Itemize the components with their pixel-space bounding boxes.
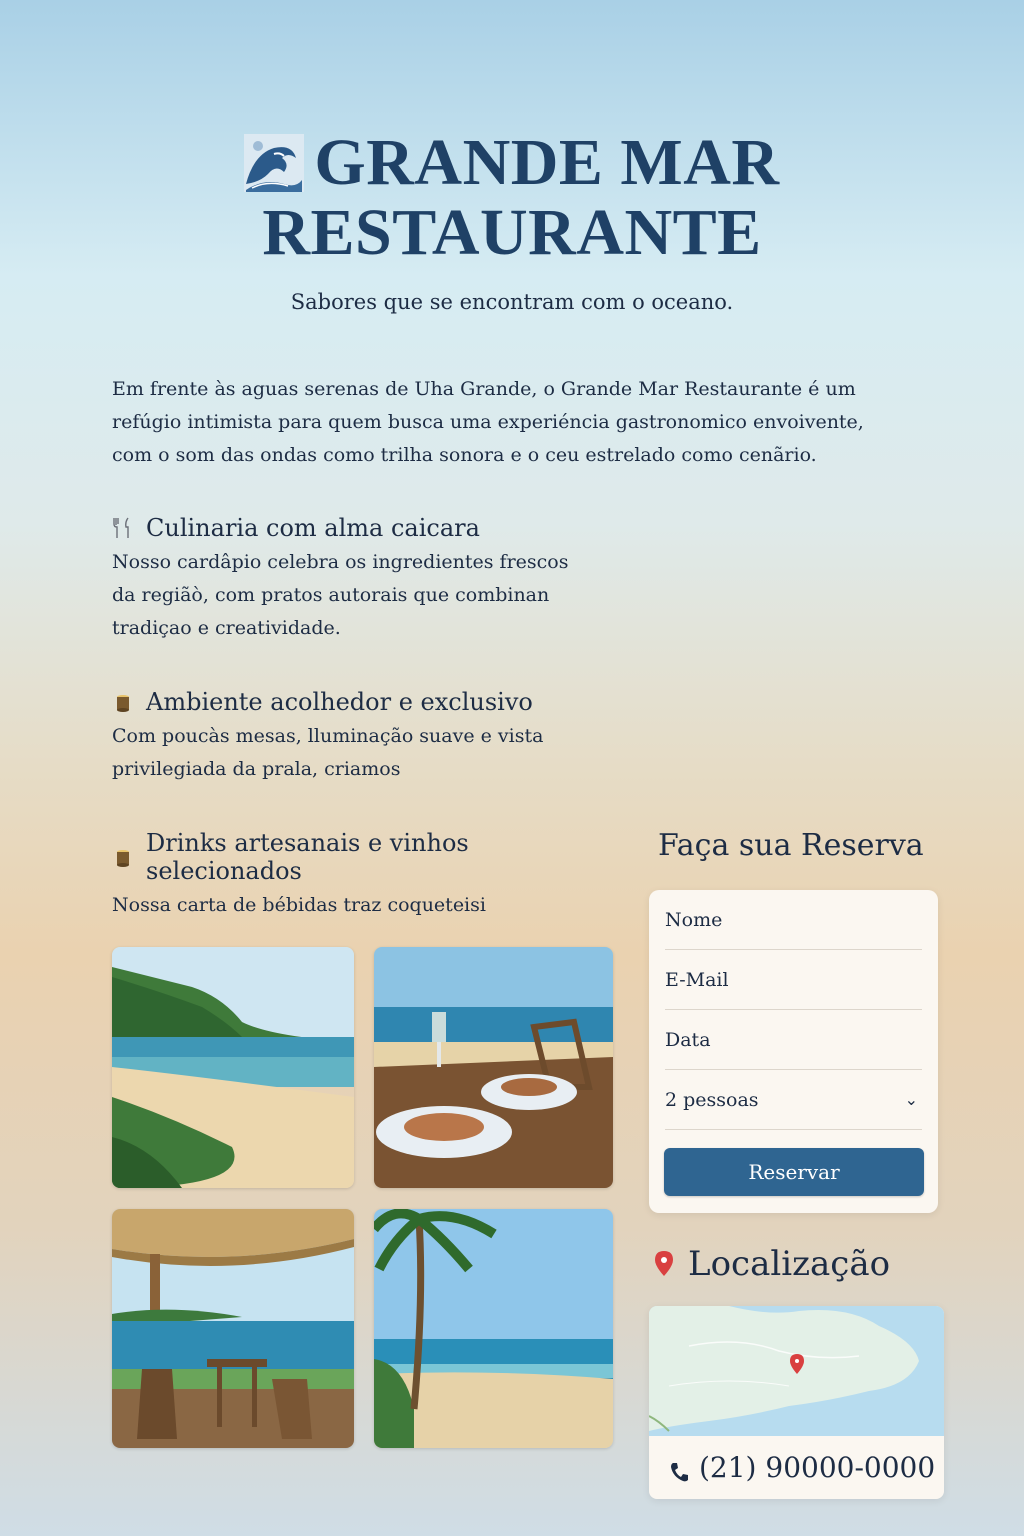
candle-icon [112,845,134,869]
title-line-2: RESTAURANTE [262,196,762,269]
reservation-form: Nome E-Mail Data 2 pessoas ⌄ Reservar [649,890,938,1213]
feature-culinaria: Culinaria com alma caicara Nosso cardâpi… [112,514,572,645]
terrace-photo [112,1209,354,1448]
phone-icon [669,1457,689,1481]
feature-ambiente: Ambiente acolhedor e exclusivo Com poucà… [112,688,572,786]
title-row-1: GRANDE MAR [0,128,1024,198]
location-title: Localização [688,1244,891,1284]
location-card: (21) 90000-0000 [649,1306,944,1499]
dinner-table-photo [374,947,613,1188]
intro-paragraph: Em frente às aguas serenas de Uha Grande… [112,378,864,466]
chevron-down-icon: ⌄ [904,1090,918,1109]
date-field[interactable]: Data [665,1010,922,1070]
feature-title: Culinaria com alma caicara [146,514,480,542]
feature-title: Ambiente acolhedor e exclusivo [146,688,533,716]
location-heading: Localização [654,1244,890,1284]
palm-beach-photo [374,1209,613,1448]
map-pin-icon [654,1249,674,1279]
guests-select[interactable]: 2 pessoas ⌄ [665,1070,922,1130]
tagline: Sabores que se encontram com o oceano. [290,290,734,314]
location-map[interactable] [649,1306,944,1436]
cutlery-icon [112,516,134,540]
feature-drinks: Drinks artesanais e vinhos selecionados … [112,829,632,922]
feature-text: Nossa carta de bébidas traz coqueteisi [112,894,486,916]
email-field[interactable]: E-Mail [665,950,922,1010]
beach-hill-photo [112,947,354,1188]
feature-text: Nosso cardâpio celebra os ingredientes f… [112,551,569,639]
phone-row[interactable]: (21) 90000-0000 [649,1436,944,1499]
reservation-title: Faça sua Reserva [658,828,924,863]
title-line-1: GRANDE MAR [314,126,780,199]
guests-selected-value: 2 pessoas [665,1088,759,1111]
reserve-button[interactable]: Reservar [664,1148,924,1196]
feature-text: Com poucàs mesas, lluminação suave e vis… [112,725,544,780]
wave-icon [244,134,305,192]
phone-number: (21) 90000-0000 [699,1451,936,1484]
name-field[interactable]: Nome [665,890,922,950]
feature-title: Drinks artesanais e vinhos selecionados [146,829,469,885]
page-header: GRANDE MAR RESTAURANTE [0,128,1024,268]
candle-icon [112,690,134,714]
